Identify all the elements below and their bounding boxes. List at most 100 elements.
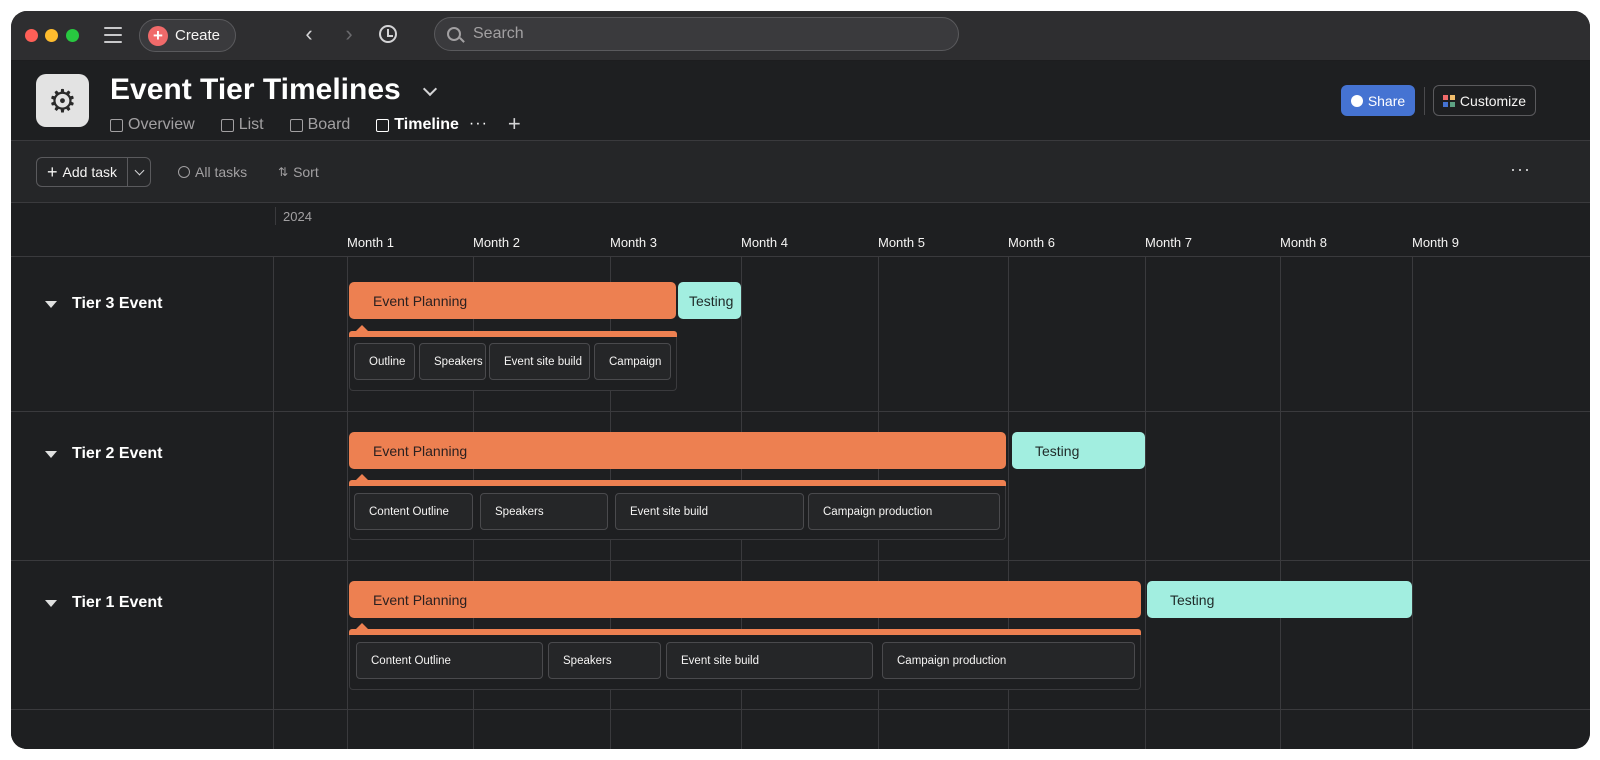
tab-timeline[interactable]: Timeline: [371, 113, 489, 143]
month-label: Month 9: [1412, 235, 1459, 250]
tab-label: Overview: [128, 116, 195, 133]
top-bar: + Create ‹ ›: [11, 11, 1590, 61]
tab-overview[interactable]: Overview: [110, 113, 195, 137]
list-icon: [220, 118, 234, 132]
month-label: Month 1: [347, 235, 394, 250]
project-title: Event Tier Timelines: [110, 73, 401, 106]
subtask-chip[interactable]: Speakers: [419, 343, 486, 380]
month-gridline: [1145, 257, 1146, 749]
subtask-chip[interactable]: Event site build: [489, 343, 590, 380]
subtask-chip[interactable]: Speakers: [480, 493, 608, 530]
section-tier-1[interactable]: Tier 1 Event: [45, 594, 162, 612]
forward-arrow-icon[interactable]: ›: [339, 21, 359, 47]
subtask-chip[interactable]: Event site build: [666, 642, 873, 679]
subtask-chip[interactable]: Content Outline: [356, 642, 543, 679]
header-divider: [1424, 87, 1425, 115]
month-label: Month 6: [1008, 235, 1055, 250]
add-task-label: Add task: [62, 164, 117, 180]
section-divider: [11, 709, 1590, 710]
year-label: 2024: [283, 209, 312, 224]
section-tier-2[interactable]: Tier 2 Event: [45, 445, 162, 463]
tab-label: Board: [307, 116, 351, 133]
tab-label: List: [238, 116, 264, 133]
add-task-button[interactable]: + Add task: [37, 158, 128, 186]
chevron-down-icon[interactable]: [422, 81, 438, 97]
event-planning-bar[interactable]: Event Planning: [349, 282, 676, 319]
check-circle-icon: [178, 166, 190, 178]
search-input[interactable]: [473, 25, 933, 43]
tab-more-icon[interactable]: ···: [469, 113, 488, 141]
month-label: Month 8: [1280, 235, 1327, 250]
month-label: Month 3: [610, 235, 657, 250]
month-gridline: [1280, 257, 1281, 749]
subtask-chip[interactable]: Campaign: [594, 343, 671, 380]
app-window: + Create ‹ › ⚙ Event Tier Timelines Over…: [11, 11, 1590, 749]
month-gridline: [1412, 257, 1413, 749]
subtask-chip[interactable]: Campaign production: [808, 493, 1000, 530]
create-button[interactable]: + Create: [139, 19, 236, 52]
caret-down-icon: [45, 599, 57, 607]
all-tasks-label: All tasks: [195, 164, 248, 180]
back-arrow-icon[interactable]: ‹: [299, 21, 319, 47]
subtask-chip[interactable]: Event site build: [615, 493, 804, 530]
plus-icon: +: [47, 162, 58, 182]
month-label: Month 7: [1145, 235, 1192, 250]
event-planning-bar[interactable]: Event Planning: [349, 581, 1141, 618]
caret-down-icon: [45, 300, 57, 308]
customize-icon: [1442, 94, 1455, 107]
share-button[interactable]: Share: [1341, 85, 1415, 116]
year-divider: [275, 207, 276, 225]
all-tasks-filter[interactable]: All tasks: [178, 164, 247, 180]
section-tier-3[interactable]: Tier 3 Event: [45, 295, 162, 313]
section-name: Tier 2 Event: [72, 445, 163, 462]
overview-icon: [110, 118, 123, 132]
customize-label: Customize: [1459, 92, 1527, 109]
add-task-group: + Add task: [36, 157, 151, 187]
plus-icon: +: [148, 25, 168, 46]
month-label: Month 4: [741, 235, 788, 250]
section-divider: [11, 560, 1590, 561]
people-icon: [1350, 94, 1363, 107]
subtask-chip[interactable]: Outline: [354, 343, 415, 380]
customize-button[interactable]: Customize: [1433, 85, 1536, 116]
tab-label: Timeline: [394, 116, 459, 133]
maximize-window-button[interactable]: [66, 29, 79, 42]
subtask-chip[interactable]: Content Outline: [354, 493, 473, 530]
minimize-window-button[interactable]: [45, 29, 58, 42]
event-planning-bar[interactable]: Event Planning: [349, 432, 1006, 469]
add-tab-icon[interactable]: +: [508, 113, 521, 141]
gear-icon[interactable]: ⚙: [36, 74, 89, 127]
project-tabs: Overview List Board Timeline ··· +: [110, 113, 521, 143]
search-box[interactable]: [434, 17, 959, 51]
subtask-chip[interactable]: Campaign production: [882, 642, 1135, 679]
create-label: Create: [175, 27, 221, 44]
month-gridline: [347, 257, 348, 749]
month-label: Month 2: [473, 235, 520, 250]
section-divider: [11, 411, 1590, 412]
timeline-view: 2024 Month 1 Month 2 Month 3 Month 4 Mon…: [11, 203, 1590, 749]
toolbar: + Add task All tasks ⇅ Sort ···: [11, 141, 1590, 203]
menu-icon[interactable]: [104, 27, 122, 45]
tab-board[interactable]: Board: [289, 113, 351, 137]
close-window-button[interactable]: [25, 29, 38, 42]
section-name: Tier 1 Event: [72, 594, 163, 611]
section-column: [11, 257, 274, 749]
search-icon: [447, 27, 461, 41]
testing-bar[interactable]: Testing: [1147, 581, 1412, 618]
share-label: Share: [1367, 92, 1406, 109]
sort-icon: ⇅: [278, 165, 289, 179]
history-icon[interactable]: [379, 25, 397, 43]
board-icon: [289, 118, 303, 132]
testing-bar[interactable]: Testing: [678, 282, 741, 319]
add-task-dropdown-button[interactable]: [128, 158, 150, 186]
testing-bar[interactable]: Testing: [1012, 432, 1145, 469]
more-options-icon[interactable]: ···: [1510, 159, 1531, 180]
project-header: ⚙ Event Tier Timelines Overview List Boa…: [11, 61, 1590, 143]
month-label: Month 5: [878, 235, 925, 250]
sort-button[interactable]: ⇅ Sort: [278, 164, 319, 180]
subtask-chip[interactable]: Speakers: [548, 642, 661, 679]
timeline-icon: [376, 118, 390, 132]
section-name: Tier 3 Event: [72, 295, 163, 312]
tab-list[interactable]: List: [220, 113, 264, 137]
sort-label: Sort: [293, 164, 319, 180]
